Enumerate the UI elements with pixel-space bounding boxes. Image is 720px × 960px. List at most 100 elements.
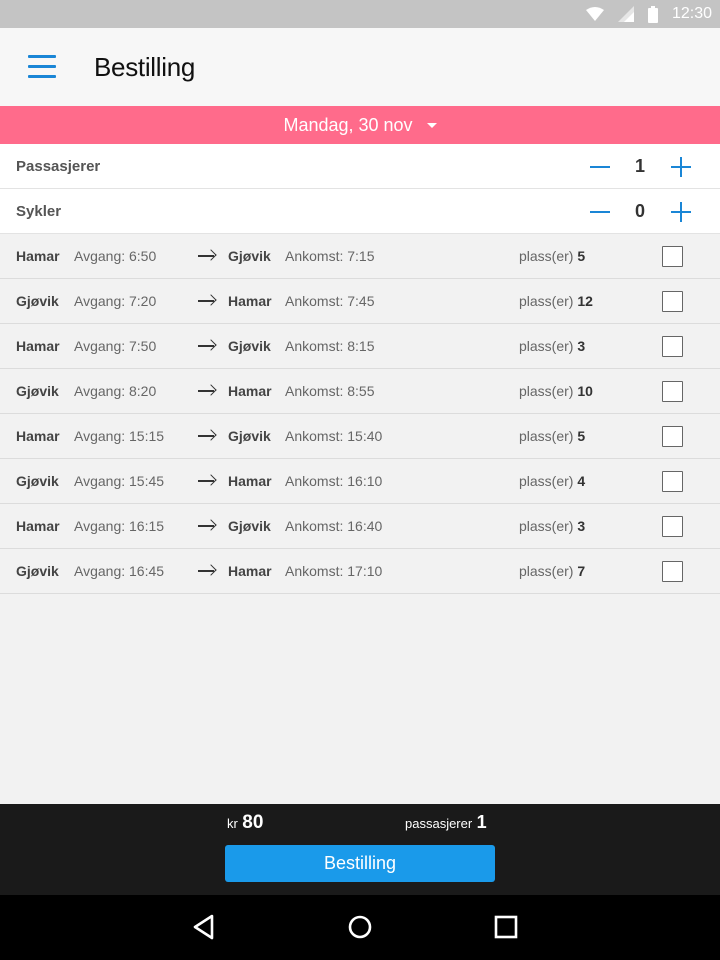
arrival-time: Ankomst: 8:55	[285, 383, 375, 399]
seats-count: 4	[577, 473, 586, 489]
to-city: Hamar	[228, 563, 272, 579]
trip-checkbox[interactable]	[662, 426, 683, 447]
departure-time: Avgang: 8:20	[74, 383, 157, 399]
arrow-right-icon	[198, 369, 218, 413]
seats-available: plass(er) 5	[519, 414, 585, 458]
seats-available: plass(er) 4	[519, 459, 585, 503]
arrow-right-icon	[198, 504, 218, 548]
passengers-minus-button[interactable]	[588, 155, 612, 179]
to-city: Gjøvik	[228, 338, 271, 354]
from-city: Gjøvik	[16, 383, 59, 399]
arrow-right-icon	[198, 459, 218, 503]
to-city: Hamar	[228, 473, 272, 489]
trip-row: Gjøvik Avgang: 7:20 Hamar Ankomst: 7:45 …	[0, 279, 720, 324]
arrival-time: Ankomst: 16:40	[285, 518, 383, 534]
seats-count: 3	[577, 518, 586, 534]
passengers-plus-button[interactable]	[669, 155, 693, 179]
departure-time: Avgang: 16:15	[74, 518, 165, 534]
status-icons: 12:30	[585, 0, 712, 28]
to-city: Gjøvik	[228, 428, 271, 444]
passengers-value: 1	[634, 156, 645, 176]
seats-label: plass(er)	[519, 383, 574, 399]
bikes-counter: Sykler 0	[0, 189, 720, 234]
total-price: kr 80	[227, 812, 263, 834]
from-city: Gjøvik	[16, 473, 59, 489]
wifi-icon	[585, 7, 604, 21]
seats-available: plass(er) 5	[519, 234, 585, 278]
book-button[interactable]: Bestilling	[225, 845, 495, 882]
trip-checkbox[interactable]	[662, 246, 683, 267]
passenger-summary: passasjerer 1	[405, 812, 487, 833]
passengers-summary-label: passasjerer	[405, 816, 473, 831]
dropdown-caret-icon	[426, 122, 437, 128]
date-label: Mandag, 30 nov	[283, 114, 413, 135]
trip-checkbox[interactable]	[662, 471, 683, 492]
seats-label: plass(er)	[519, 428, 574, 444]
trip-checkbox[interactable]	[662, 381, 683, 402]
seats-count: 3	[577, 338, 586, 354]
seats-available: plass(er) 7	[519, 549, 585, 593]
trip-row: Hamar Avgang: 7:50 Gjøvik Ankomst: 8:15 …	[0, 324, 720, 369]
recents-icon[interactable]	[493, 914, 519, 940]
trip-row: Hamar Avgang: 16:15 Gjøvik Ankomst: 16:4…	[0, 504, 720, 549]
app-bar: Bestilling	[0, 28, 720, 106]
arrow-right-icon	[198, 414, 218, 458]
arrival-time: Ankomst: 16:10	[285, 473, 383, 489]
trip-row: Gjøvik Avgang: 16:45 Hamar Ankomst: 17:1…	[0, 549, 720, 594]
status-bar: 12:30	[0, 0, 720, 28]
arrow-right-icon	[198, 549, 218, 593]
seats-label: plass(er)	[519, 473, 574, 489]
seats-label: plass(er)	[519, 518, 574, 534]
arrival-time: Ankomst: 17:10	[285, 563, 383, 579]
seats-available: plass(er) 10	[519, 369, 593, 413]
from-city: Hamar	[16, 248, 60, 264]
arrow-right-icon	[198, 279, 218, 323]
arrow-right-icon	[198, 324, 218, 368]
home-icon[interactable]	[346, 913, 374, 941]
arrival-time: Ankomst: 7:15	[285, 248, 375, 264]
arrow-right-icon	[198, 234, 218, 278]
bikes-value: 0	[634, 201, 645, 221]
departure-time: Avgang: 15:45	[74, 473, 165, 489]
seats-label: plass(er)	[519, 563, 574, 579]
passengers-summary-value: 1	[476, 812, 487, 832]
seats-count: 10	[577, 383, 593, 399]
price-value: 80	[242, 812, 264, 833]
trip-row: Hamar Avgang: 15:15 Gjøvik Ankomst: 15:4…	[0, 414, 720, 459]
passengers-label: Passasjerer	[16, 158, 101, 175]
navigation-bar	[0, 895, 720, 960]
departure-time: Avgang: 7:20	[74, 293, 157, 309]
from-city: Gjøvik	[16, 563, 59, 579]
departure-time: Avgang: 16:45	[74, 563, 165, 579]
bikes-minus-button[interactable]	[588, 200, 612, 224]
trip-row: Hamar Avgang: 6:50 Gjøvik Ankomst: 7:15 …	[0, 234, 720, 279]
bikes-plus-button[interactable]	[669, 200, 693, 224]
from-city: Hamar	[16, 518, 60, 534]
bikes-label: Sykler	[16, 203, 62, 220]
departure-time: Avgang: 7:50	[74, 338, 157, 354]
arrival-time: Ankomst: 8:15	[285, 338, 375, 354]
seats-available: plass(er) 3	[519, 504, 585, 548]
seats-available: plass(er) 12	[519, 279, 593, 323]
seats-available: plass(er) 3	[519, 324, 585, 368]
seats-count: 5	[577, 248, 586, 264]
status-time: 12:30	[671, 5, 712, 22]
signal-icon	[617, 6, 634, 22]
seats-label: plass(er)	[519, 293, 574, 309]
trip-checkbox[interactable]	[662, 291, 683, 312]
seats-label: plass(er)	[519, 248, 574, 264]
trip-row: Gjøvik Avgang: 15:45 Hamar Ankomst: 16:1…	[0, 459, 720, 504]
trip-checkbox[interactable]	[662, 561, 683, 582]
booking-summary: kr 80 passasjerer 1 Bestilling	[0, 804, 720, 895]
departure-time: Avgang: 6:50	[74, 248, 157, 264]
back-icon[interactable]	[190, 913, 218, 941]
from-city: Gjøvik	[16, 293, 59, 309]
date-selector[interactable]: Mandag, 30 nov	[0, 106, 720, 144]
trip-checkbox[interactable]	[662, 336, 683, 357]
trip-checkbox[interactable]	[662, 516, 683, 537]
trip-row: Gjøvik Avgang: 8:20 Hamar Ankomst: 8:55 …	[0, 369, 720, 414]
to-city: Hamar	[228, 293, 272, 309]
menu-icon[interactable]	[28, 55, 56, 79]
departure-time: Avgang: 15:15	[74, 428, 165, 444]
battery-icon	[647, 5, 658, 23]
